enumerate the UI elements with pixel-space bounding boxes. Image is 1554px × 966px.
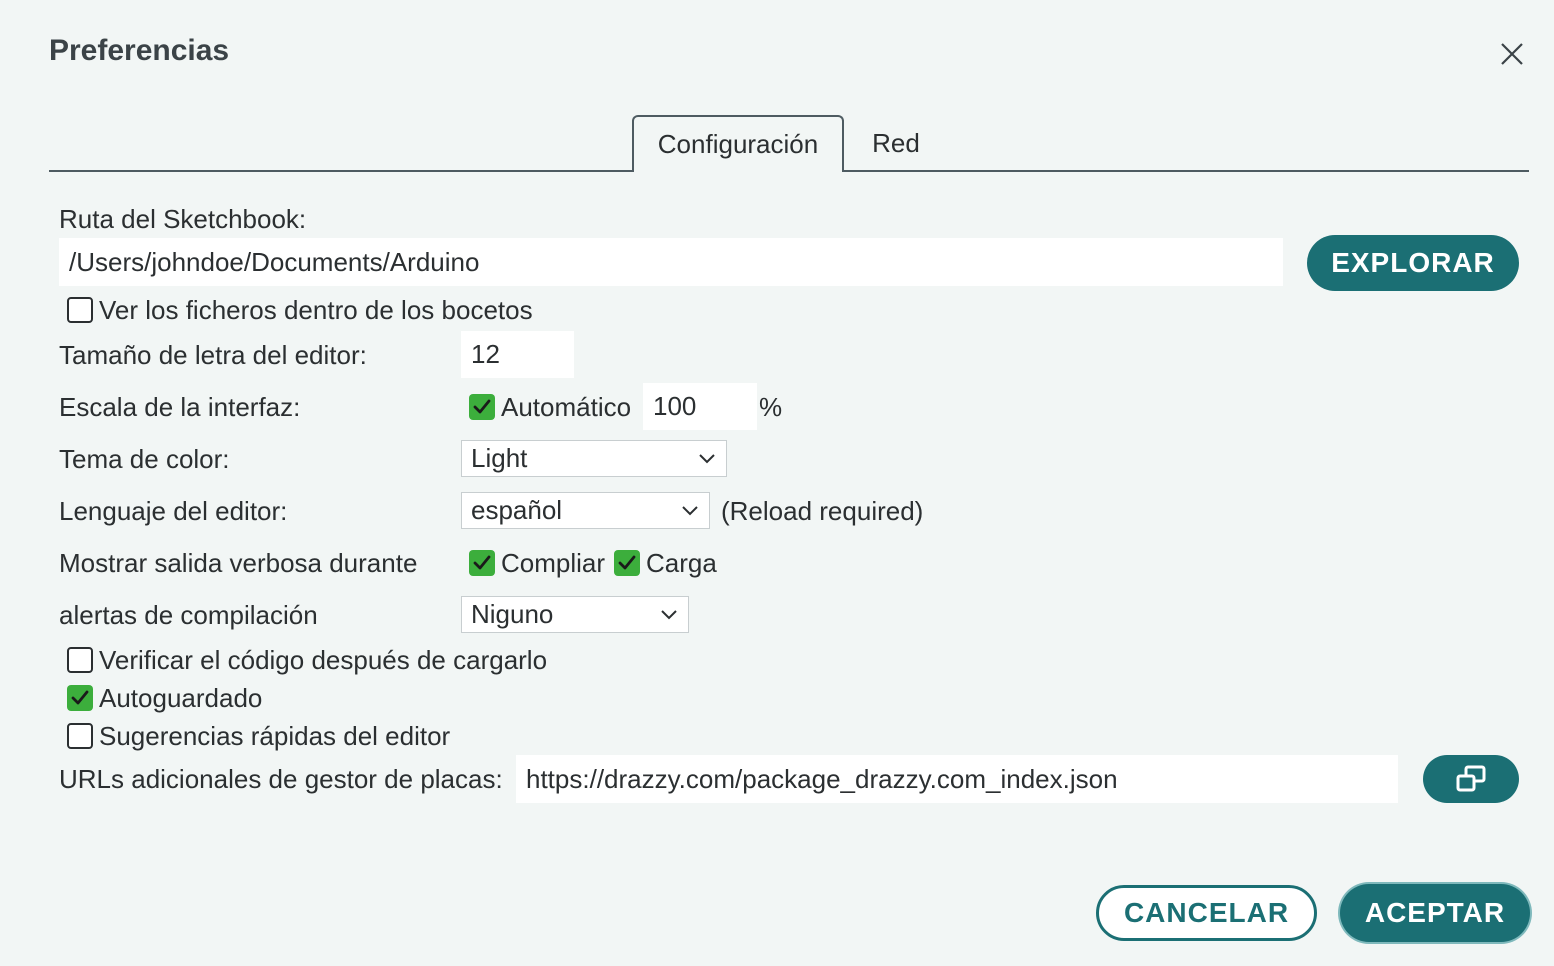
board-urls-edit-button[interactable] (1423, 755, 1519, 803)
font-size-label: Tamaño de letra del editor: (59, 340, 367, 370)
theme-select-value: Light (471, 443, 528, 473)
reload-note: (Reload required) (721, 496, 924, 526)
sketchbook-label: Ruta del Sketchbook: (59, 204, 307, 234)
verbose-upload-label: Carga (646, 548, 717, 578)
verbose-compile-label: Compliar (501, 548, 606, 578)
font-size-input[interactable] (461, 331, 574, 378)
board-urls-input[interactable] (516, 755, 1398, 803)
show-files-checkbox[interactable] (67, 297, 93, 323)
auto-scale-checkbox[interactable] (469, 394, 495, 420)
check-icon (71, 690, 89, 705)
warnings-label: alertas de compilación (59, 600, 318, 630)
interface-scale-label: Escala de la interfaz: (59, 392, 301, 422)
quick-suggestions-label: Sugerencias rápidas del editor (99, 721, 451, 751)
scale-input[interactable] (643, 383, 757, 430)
explore-button[interactable]: EXPLORAR (1307, 235, 1519, 291)
chevron-down-icon (699, 453, 715, 463)
check-icon (473, 555, 491, 570)
chevron-down-icon (682, 505, 698, 515)
open-window-icon (1456, 765, 1486, 792)
theme-label: Tema de color: (59, 444, 230, 474)
verify-checkbox[interactable] (67, 647, 93, 673)
autosave-checkbox[interactable] (67, 685, 93, 711)
theme-select[interactable]: Light (461, 440, 727, 477)
language-label: Lenguaje del editor: (59, 496, 288, 526)
language-select[interactable]: español (461, 492, 710, 529)
check-icon (618, 555, 636, 570)
auto-scale-label: Automático (501, 392, 632, 422)
language-select-value: español (471, 495, 563, 525)
check-icon (473, 399, 491, 414)
scale-unit: % (759, 392, 783, 422)
dialog-title: Preferencias (49, 34, 230, 67)
tab-configuracion[interactable]: Configuración (632, 115, 844, 172)
show-files-label: Ver los ficheros dentro de los bocetos (99, 295, 533, 325)
verify-label: Verificar el código después de cargarlo (99, 645, 548, 675)
quick-suggestions-checkbox[interactable] (67, 723, 93, 749)
warnings-select[interactable]: Niguno (461, 596, 689, 633)
verbose-compile-checkbox[interactable] (469, 550, 495, 576)
sketchbook-path-input[interactable] (59, 238, 1283, 286)
cancel-button[interactable]: CANCELAR (1096, 885, 1317, 941)
close-icon[interactable] (1496, 38, 1528, 70)
verbose-label: Mostrar salida verbosa durante (59, 548, 418, 578)
autosave-label: Autoguardado (99, 683, 263, 713)
warnings-select-value: Niguno (471, 599, 554, 629)
accept-button[interactable]: ACEPTAR (1340, 884, 1530, 942)
tab-red[interactable]: Red (854, 115, 938, 171)
verbose-upload-checkbox[interactable] (614, 550, 640, 576)
board-urls-label: URLs adicionales de gestor de placas: (59, 764, 503, 794)
chevron-down-icon (661, 609, 677, 619)
